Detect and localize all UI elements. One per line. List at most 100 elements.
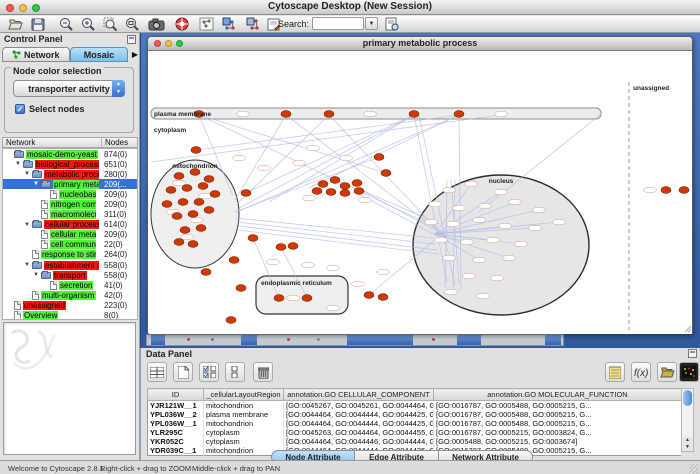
node[interactable] (174, 173, 184, 180)
node[interactable] (281, 111, 291, 118)
node-label[interactable] (267, 259, 280, 265)
node-label[interactable] (173, 180, 186, 186)
table-cell[interactable]: YKR052C (148, 437, 204, 446)
node[interactable] (191, 147, 201, 154)
node-label[interactable] (473, 217, 486, 223)
table-row[interactable]: YPL036W__2plasma membrane[GO:0044464, GO… (148, 410, 682, 419)
table-cell[interactable]: cytoplasm (204, 437, 284, 446)
node[interactable] (661, 187, 671, 194)
edge[interactable] (235, 218, 433, 238)
node-label[interactable] (303, 195, 316, 201)
network-canvas[interactable]: plasma membranecytoplasmmitochondrionnuc… (149, 52, 692, 334)
layout-red-icon[interactable] (242, 16, 262, 32)
tree-row[interactable]: cell communicat22(0) (3, 240, 137, 250)
node-label[interactable] (181, 234, 194, 240)
tree-row[interactable]: macromolecule311(0) (3, 210, 137, 220)
node[interactable] (679, 187, 689, 194)
table-row[interactable]: YJR121W__1mitochondrion[GO:0045267, GO:0… (148, 401, 682, 411)
column-header[interactable]: annotation.GO CELLULAR_COMPONENT (284, 389, 434, 401)
function-builder-icon[interactable]: f(x) (631, 362, 651, 382)
node-label[interactable] (352, 281, 365, 287)
expand-triangle-icon[interactable]: ▼ (24, 222, 32, 228)
table-cell[interactable]: [GO:0016787, GO:0005488, GO:0005215, G..… (434, 401, 682, 411)
node[interactable] (172, 213, 182, 220)
zoom-out-icon[interactable] (56, 16, 76, 32)
node[interactable] (302, 295, 312, 302)
node[interactable] (330, 177, 340, 184)
tree-row[interactable]: ▼metabolic process280(0) (3, 169, 137, 179)
node[interactable] (201, 269, 211, 276)
node[interactable] (378, 294, 388, 301)
node[interactable] (226, 317, 236, 324)
node-label[interactable] (359, 197, 372, 203)
edge[interactable] (239, 226, 437, 250)
table-cell[interactable]: [GO:0044464, GO:0044446, GO:0044444, G..… (284, 437, 434, 446)
node[interactable] (236, 285, 246, 292)
edge[interactable] (246, 115, 414, 193)
table-cell[interactable]: cytoplasm (204, 428, 284, 437)
node-label[interactable] (340, 155, 353, 161)
node-label[interactable] (287, 295, 300, 301)
node-label[interactable] (533, 207, 546, 213)
table-cell[interactable]: YPL036W__1 (148, 419, 204, 428)
node-label[interactable] (443, 255, 456, 261)
node-label[interactable] (479, 203, 492, 209)
expand-triangle-icon[interactable]: ▼ (33, 272, 41, 278)
tree-row[interactable]: unassigned223(0) (3, 300, 137, 310)
tree-row[interactable]: ▼primary metabo209(... (3, 179, 137, 189)
node[interactable] (180, 227, 190, 234)
node[interactable] (288, 243, 298, 250)
search-dropdown-arrow[interactable]: ▼ (365, 17, 378, 30)
expand-triangle-icon[interactable]: ▼ (24, 262, 32, 268)
node[interactable] (174, 239, 184, 246)
background-window-fragment[interactable] (146, 334, 564, 346)
import-attributes-icon[interactable] (657, 362, 677, 382)
table-cell[interactable]: [GO:0005488, GO:0005215, GO:0003674] (434, 437, 682, 446)
save-icon[interactable] (28, 16, 48, 32)
table-cell[interactable]: [GO:0044464, GO:0044444, GO:0044425, G..… (284, 419, 434, 428)
node[interactable] (409, 111, 419, 118)
search-input[interactable] (312, 17, 364, 30)
node[interactable] (188, 211, 198, 218)
node[interactable] (204, 176, 214, 183)
node[interactable] (241, 190, 251, 197)
node[interactable] (276, 244, 286, 251)
edge[interactable] (239, 115, 414, 208)
node-label[interactable] (447, 221, 460, 227)
node-label[interactable] (491, 275, 504, 281)
zoom-in-icon[interactable] (78, 16, 98, 32)
tree-header-nodes[interactable]: Nodes (102, 138, 137, 147)
node[interactable] (381, 170, 391, 177)
tree-row[interactable]: ▼transport558(0) (3, 270, 137, 280)
node[interactable] (188, 241, 198, 248)
table-scrollbar[interactable]: ▲▼ (681, 388, 694, 452)
node-label[interactable] (377, 269, 390, 275)
table-row[interactable]: YKR052Ccytoplasm[GO:0044464, GO:0044446,… (148, 437, 682, 446)
edge[interactable] (361, 190, 435, 230)
table-row[interactable]: YLR295Ccytoplasm[GO:0045263, GO:0044464,… (148, 428, 682, 437)
node[interactable] (194, 199, 204, 206)
node[interactable] (326, 189, 336, 196)
tab-overflow-arrow[interactable]: ▶ (132, 50, 138, 59)
node[interactable] (198, 183, 208, 190)
node[interactable] (204, 207, 214, 214)
node-label[interactable] (258, 165, 271, 171)
node-label[interactable] (191, 217, 204, 223)
heatmap-icon[interactable] (679, 362, 699, 382)
node-label[interactable] (327, 305, 340, 311)
new-attribute-icon[interactable] (173, 362, 193, 382)
scrollbar-arrows[interactable]: ▲▼ (682, 437, 693, 451)
node-label[interactable] (293, 160, 306, 166)
node-color-dropdown[interactable]: transporter activity ▲▼ (13, 80, 125, 97)
node[interactable] (364, 292, 374, 299)
node-label[interactable] (644, 187, 657, 193)
expand-triangle-icon[interactable]: ▼ (15, 161, 23, 167)
birdseye-view[interactable] (3, 322, 136, 455)
tree-row[interactable]: cellular metabo209(0) (3, 230, 137, 240)
tree-row[interactable]: secretion41(0) (3, 280, 137, 290)
node-label[interactable] (425, 219, 438, 225)
node-label[interactable] (435, 237, 448, 243)
node-label[interactable] (463, 273, 476, 279)
node-label[interactable] (445, 289, 458, 295)
table-cell[interactable]: plasma membrane (204, 410, 284, 419)
